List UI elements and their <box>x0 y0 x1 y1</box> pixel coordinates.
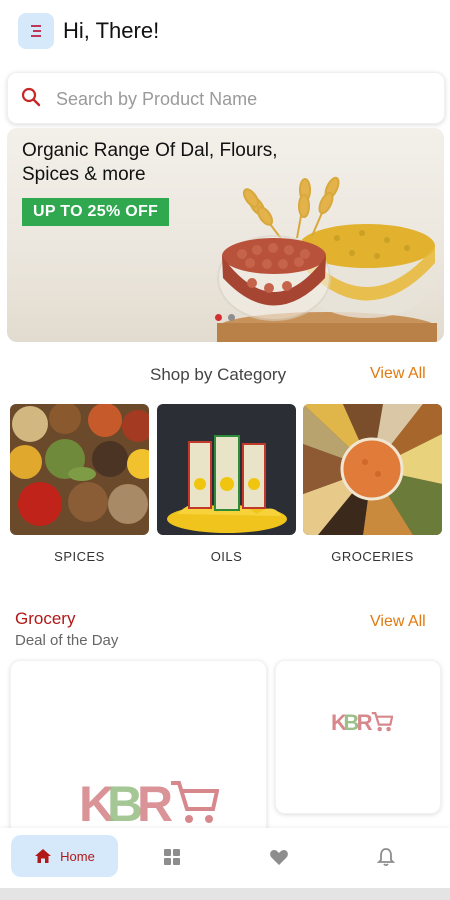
carousel-indicator <box>215 314 235 321</box>
groceries-image <box>303 404 442 535</box>
menu-button[interactable] <box>18 13 54 49</box>
section-subtitle-deal: Deal of the Day <box>15 632 119 649</box>
product-card[interactable]: K B R <box>275 660 441 814</box>
view-all-categories-link[interactable]: View All <box>370 365 426 383</box>
kbr-logo: K B R <box>79 776 219 832</box>
banner-title: Organic Range Of Dal, Flours, Spices & m… <box>22 140 278 185</box>
kbr-logo: K B R <box>331 710 393 735</box>
category-label-oils: OILS <box>210 549 243 564</box>
oils-image <box>157 404 296 535</box>
categories-icon[interactable] <box>162 847 182 867</box>
category-label-groceries: GROCERIES <box>331 549 414 564</box>
carousel-dot[interactable] <box>228 314 235 321</box>
view-all-grocery-link[interactable]: View All <box>370 613 426 631</box>
nav-home-label: Home <box>60 848 95 864</box>
menu-icon <box>31 25 41 37</box>
search-input[interactable] <box>54 83 428 115</box>
greeting-text: Hi, There! <box>63 18 160 43</box>
system-gesture-bar <box>0 888 450 900</box>
search-icon <box>21 87 41 107</box>
search-bar[interactable] <box>7 72 445 124</box>
app-header: Hi, There! <box>0 0 450 66</box>
home-icon <box>35 849 52 863</box>
section-title-grocery: Grocery <box>15 609 76 628</box>
category-card-oils[interactable] <box>157 404 296 535</box>
carousel-dot-active[interactable] <box>215 314 222 321</box>
category-card-groceries[interactable] <box>303 404 442 535</box>
section-title-categories: Shop by Category <box>150 365 287 384</box>
bell-icon[interactable] <box>376 847 396 867</box>
spices-image <box>10 404 149 535</box>
discount-badge: UP TO 25% OFF <box>22 198 170 226</box>
heart-icon[interactable] <box>269 847 289 867</box>
svg-text:R: R <box>137 776 173 832</box>
category-label-spices: SPICES <box>54 549 105 564</box>
svg-text:R: R <box>357 710 373 735</box>
nav-home-button[interactable]: Home <box>11 835 118 877</box>
promo-banner[interactable]: Organic Range Of Dal, Flours, Spices & m… <box>7 128 444 342</box>
category-card-spices[interactable] <box>10 404 149 535</box>
product-card[interactable]: K B R <box>10 660 267 842</box>
